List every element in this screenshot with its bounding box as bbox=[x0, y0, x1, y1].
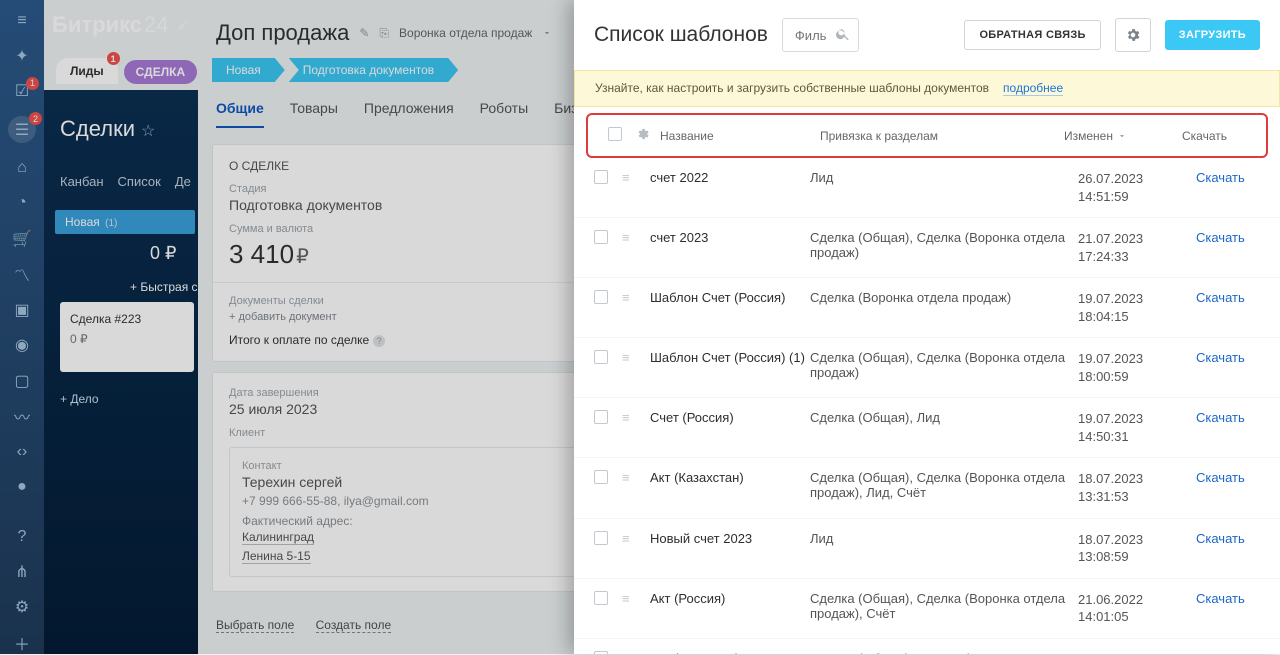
col-modified[interactable]: Изменен bbox=[1064, 129, 1182, 143]
template-name[interactable]: счет 2022 bbox=[650, 170, 810, 185]
chevron-down-icon bbox=[1117, 131, 1127, 141]
template-modified: 18.07.202313:08:59 bbox=[1078, 531, 1196, 566]
drag-icon[interactable]: ≡ bbox=[622, 230, 634, 245]
template-binding: Сделка (Общая), Сделка (Воронка отдела п… bbox=[810, 470, 1078, 500]
drag-icon[interactable]: ≡ bbox=[622, 531, 634, 546]
template-modified: 18.07.202313:31:53 bbox=[1078, 470, 1196, 505]
col-name[interactable]: Название bbox=[660, 129, 820, 143]
table-row[interactable]: ≡ Акт (Казахстан)Сделка (Общая), Сделка (… bbox=[574, 458, 1280, 518]
template-name[interactable]: Акт (Россия) bbox=[650, 591, 810, 606]
download-link[interactable]: Скачать bbox=[1196, 350, 1260, 365]
gear-icon bbox=[1125, 27, 1141, 43]
template-name[interactable]: Шаблон Счет (Россия) (1) bbox=[650, 350, 810, 365]
template-modified: 19.07.202318:04:15 bbox=[1078, 290, 1196, 325]
drag-icon[interactable]: ≡ bbox=[622, 170, 634, 185]
list-header: Название Привязка к разделам Изменен Ска… bbox=[586, 113, 1268, 158]
templates-slideover: Список шаблонов ОБРАТНАЯ СВЯЗЬ ЗАГРУЗИТЬ… bbox=[574, 0, 1280, 654]
row-checkbox[interactable] bbox=[594, 170, 608, 184]
download-link[interactable]: Скачать bbox=[1196, 410, 1260, 425]
download-link[interactable]: Скачать bbox=[1196, 290, 1260, 305]
slideover-title: Список шаблонов bbox=[594, 23, 768, 47]
template-binding: Сделка (Общая), Лид bbox=[810, 410, 1078, 425]
template-binding: Лид bbox=[810, 531, 1078, 546]
select-all-checkbox[interactable] bbox=[608, 127, 622, 141]
hint-text: Узнайте, как настроить и загрузить собст… bbox=[595, 81, 989, 96]
row-checkbox[interactable] bbox=[594, 531, 608, 545]
template-name[interactable]: счет 2023 bbox=[650, 230, 810, 245]
drag-icon[interactable]: ≡ bbox=[622, 410, 634, 425]
settings-button[interactable] bbox=[1115, 18, 1151, 52]
column-settings-icon[interactable] bbox=[636, 127, 660, 144]
drag-icon[interactable]: ≡ bbox=[622, 470, 634, 485]
templates-list: ≡счет 2022Лид26.07.202314:51:59Скачать≡с… bbox=[574, 158, 1280, 654]
row-checkbox[interactable] bbox=[594, 410, 608, 424]
template-binding: Сделка (Общая), Сделка (Воронка отдела п… bbox=[810, 591, 1078, 621]
hint-link[interactable]: подробнее bbox=[1003, 81, 1063, 96]
row-checkbox[interactable] bbox=[594, 470, 608, 484]
search-icon bbox=[835, 26, 851, 42]
template-binding: Сделка (Общая), Сделка (Воронка отдела п… bbox=[810, 350, 1078, 380]
table-row[interactable]: ≡Акт (Беларусь)Сделка (Общая), Сделка (В… bbox=[574, 639, 1280, 654]
table-row[interactable]: ≡ Новый счет 2023Лид18.07.202313:08:59Ска… bbox=[574, 519, 1280, 579]
row-checkbox[interactable] bbox=[594, 290, 608, 304]
template-name[interactable]: Новый счет 2023 bbox=[650, 531, 810, 546]
template-modified: 26.07.202314:51:59 bbox=[1078, 170, 1196, 205]
table-row[interactable]: ≡ Шаблон Счет (Россия) (1)Сделка (Общая),… bbox=[574, 338, 1280, 398]
download-link[interactable]: Скачать bbox=[1196, 591, 1260, 606]
download-link[interactable]: Скачать bbox=[1196, 170, 1260, 185]
table-row[interactable]: ≡ счет 2023Сделка (Общая), Сделка (Воронк… bbox=[574, 218, 1280, 278]
drag-icon[interactable]: ≡ bbox=[622, 290, 634, 305]
row-checkbox[interactable] bbox=[594, 230, 608, 244]
table-row[interactable]: ≡ счет 2022Лид26.07.202314:51:59Скачать bbox=[574, 158, 1280, 218]
row-checkbox[interactable] bbox=[594, 350, 608, 364]
template-name[interactable]: Счет (Россия) bbox=[650, 410, 810, 425]
template-binding: Сделка (Общая), Сделка (Воронка отдела п… bbox=[810, 230, 1078, 260]
col-download: Скачать bbox=[1182, 129, 1246, 143]
table-row[interactable]: ≡ Счет (Россия)Сделка (Общая), Лид19.07.2… bbox=[574, 398, 1280, 458]
row-checkbox[interactable] bbox=[594, 591, 608, 605]
slideover-header: Список шаблонов ОБРАТНАЯ СВЯЗЬ ЗАГРУЗИТЬ bbox=[574, 0, 1280, 70]
template-modified: 21.07.202317:24:33 bbox=[1078, 230, 1196, 265]
template-binding: Лид bbox=[810, 170, 1078, 185]
drag-icon[interactable]: ≡ bbox=[622, 350, 634, 365]
drag-icon[interactable]: ≡ bbox=[622, 591, 634, 606]
filter-wrap bbox=[782, 18, 859, 52]
table-row[interactable]: ≡ Акт (Россия)Сделка (Общая), Сделка (Вор… bbox=[574, 579, 1280, 639]
template-modified: 19.07.202318:00:59 bbox=[1078, 350, 1196, 385]
feedback-button[interactable]: ОБРАТНАЯ СВЯЗЬ bbox=[964, 20, 1100, 50]
hint-banner: Узнайте, как настроить и загрузить собст… bbox=[574, 70, 1280, 107]
template-binding: Сделка (Воронка отдела продаж) bbox=[810, 290, 1078, 305]
download-link[interactable]: Скачать bbox=[1196, 470, 1260, 485]
table-row[interactable]: ≡ Шаблон Счет (Россия)Сделка (Воронка отд… bbox=[574, 278, 1280, 338]
col-bind[interactable]: Привязка к разделам bbox=[820, 129, 1064, 143]
template-modified: 19.07.202314:50:31 bbox=[1078, 410, 1196, 445]
download-link[interactable]: Скачать bbox=[1196, 230, 1260, 245]
template-name[interactable]: Акт (Казахстан) bbox=[650, 470, 810, 485]
download-link[interactable]: Скачать bbox=[1196, 531, 1260, 546]
template-name[interactable]: Шаблон Счет (Россия) bbox=[650, 290, 810, 305]
upload-button[interactable]: ЗАГРУЗИТЬ bbox=[1165, 20, 1260, 50]
template-modified: 21.06.202214:01:05 bbox=[1078, 591, 1196, 626]
